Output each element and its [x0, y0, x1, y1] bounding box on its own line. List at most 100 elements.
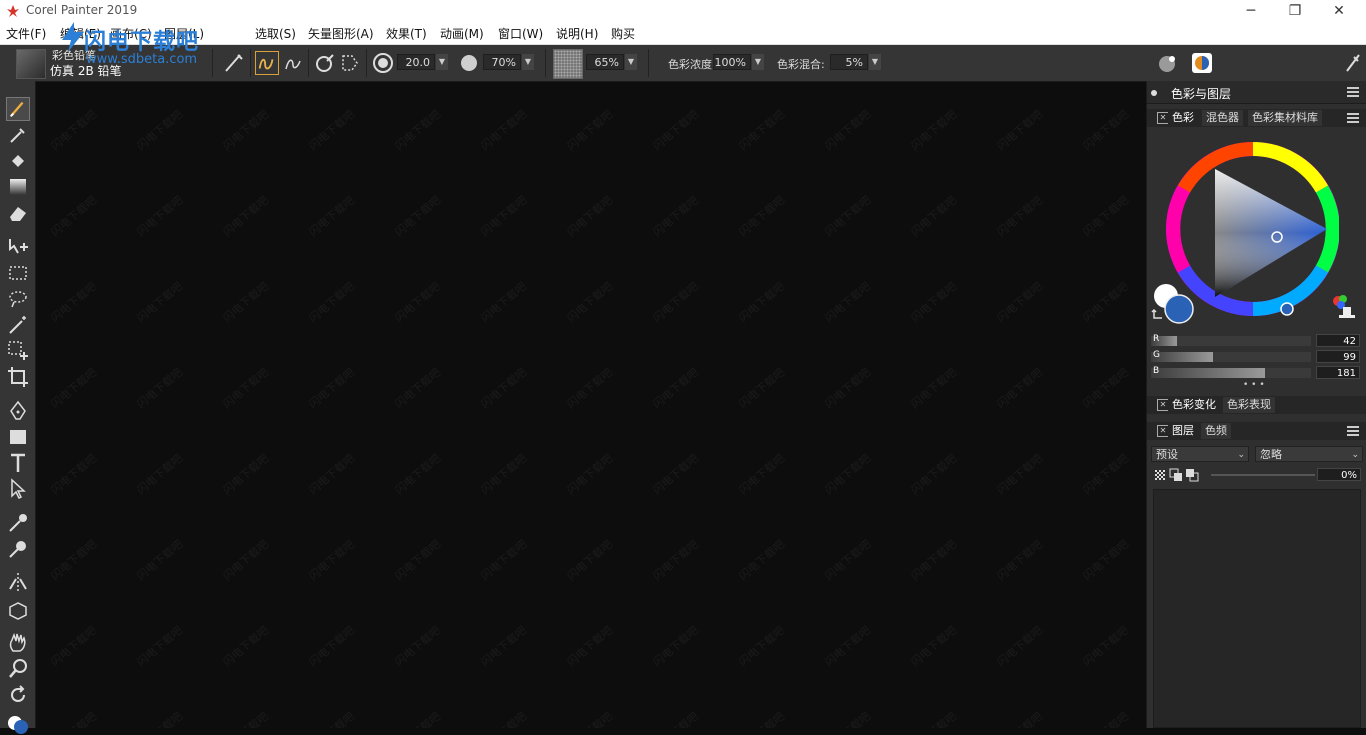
menu-window[interactable]: 窗口(W) — [498, 25, 543, 42]
tab-mixer[interactable]: 混色器 — [1202, 110, 1243, 126]
canvas-watermark: 闪电下载吧 — [993, 708, 1045, 728]
mirror-painting-icon[interactable] — [6, 571, 30, 595]
layers-list[interactable] — [1153, 489, 1361, 728]
canvas-watermark: 闪电下载吧 — [392, 193, 444, 240]
blend-mode-select[interactable]: 忽略 ⌄ — [1255, 446, 1363, 462]
opacity-field[interactable]: 70% — [483, 54, 521, 70]
rectangle-shape-icon[interactable] — [6, 425, 30, 449]
pen-tool-icon[interactable] — [6, 399, 30, 423]
pick-up-underlying-color-icon[interactable] — [1169, 468, 1183, 482]
layer-opacity-value[interactable]: 0% — [1317, 468, 1361, 481]
stroke-attributes-icon[interactable] — [338, 51, 362, 75]
resaturation-dropdown[interactable]: ▼ — [752, 54, 764, 70]
straight-line-stroke-icon[interactable] — [281, 51, 305, 75]
resaturation-field[interactable]: 100% — [713, 54, 751, 70]
preserve-transparency-icon[interactable] — [1153, 468, 1167, 482]
grain-field[interactable]: 65% — [586, 54, 624, 70]
grabber-hand-icon[interactable] — [6, 631, 30, 655]
canvas[interactable]: 闪电下载吧 闪电下载吧 闪电下载吧 闪电下载吧 闪电下载吧 闪电下载吧 闪电下载吧 闪电下载吧… — [36, 82, 1145, 728]
canvas-watermark: 闪电下载吧 — [907, 708, 959, 728]
canvas-watermark: 闪电下载吧 — [220, 623, 272, 670]
tab-channels[interactable]: 色频 — [1201, 423, 1231, 439]
rotate-page-icon[interactable] — [6, 683, 30, 707]
blue-value[interactable]: 181 — [1316, 366, 1360, 379]
close-button[interactable]: ✕ — [1316, 0, 1362, 22]
red-value[interactable]: 42 — [1316, 334, 1360, 347]
gradient-tool-icon[interactable] — [6, 175, 30, 199]
clone-color-icon[interactable] — [1329, 293, 1357, 321]
canvas-watermark: 闪电下载吧 — [1080, 451, 1132, 498]
panel-brush-icon[interactable] — [1344, 53, 1362, 73]
canvas-watermark: 闪电下载吧 — [564, 193, 616, 240]
brush-library-icon[interactable] — [1156, 51, 1180, 75]
rectangular-selection-icon[interactable] — [6, 261, 30, 285]
panel-top-bar — [1146, 45, 1366, 81]
canvas-watermark: 闪电下载吧 — [220, 279, 272, 326]
blue-slider[interactable]: B 181 — [1151, 366, 1363, 380]
tab-layers[interactable]: 图层 — [1168, 423, 1198, 439]
tab-color-sets[interactable]: 色彩集材料库 — [1248, 110, 1322, 126]
text-tool-icon[interactable] — [6, 451, 30, 475]
crop-tool-icon[interactable] — [6, 365, 30, 389]
magic-wand-icon[interactable] — [6, 313, 30, 337]
canvas-watermark: 闪电下载吧 — [220, 107, 272, 154]
size-dropdown[interactable]: ▼ — [436, 54, 448, 70]
grain-dropdown[interactable]: ▼ — [625, 54, 637, 70]
eraser-tool-icon[interactable] — [6, 201, 30, 225]
panel-dot-icon — [1151, 90, 1157, 96]
menu-effects[interactable]: 效果(T) — [386, 25, 427, 42]
magnifier-icon[interactable] — [6, 657, 30, 681]
size-field[interactable]: 20.0 — [397, 54, 435, 70]
layers-menu-icon[interactable] — [1347, 426, 1359, 436]
lasso-tool-icon[interactable] — [6, 287, 30, 311]
tab-color-variability[interactable]: 色彩变化 — [1168, 397, 1220, 413]
paint-bucket-tool-icon[interactable] — [6, 149, 30, 173]
canvas-watermark: 闪电下载吧 — [821, 708, 873, 728]
reset-brush-icon[interactable] — [313, 51, 337, 75]
color-menu-icon[interactable] — [1347, 113, 1359, 123]
canvas-watermark: 闪电下载吧 — [219, 708, 271, 728]
canvas-watermark: 闪电下载吧 — [220, 365, 272, 412]
layer-opacity-slider[interactable] — [1211, 474, 1315, 476]
more-options[interactable]: • • • — [1243, 380, 1265, 390]
layer-mask-icon[interactable] — [1185, 468, 1199, 482]
rubber-stamp-icon[interactable] — [6, 537, 30, 561]
swap-colors-icon[interactable] — [1151, 307, 1165, 321]
green-value[interactable]: 99 — [1316, 350, 1360, 363]
red-slider[interactable]: R 42 — [1151, 334, 1363, 348]
composite-method-select[interactable]: 预设 ⌄ — [1151, 446, 1249, 462]
canvas-watermark: 闪电下载吧 — [736, 365, 788, 412]
transform-tool-icon[interactable] — [6, 235, 30, 259]
maximize-button[interactable]: ❐ — [1272, 0, 1318, 22]
dropper-tool-icon[interactable] — [6, 123, 30, 147]
canvas-watermark: 闪电下载吧 — [563, 708, 615, 728]
bleed-dropdown[interactable]: ▼ — [869, 54, 881, 70]
menu-help[interactable]: 说明(H) — [556, 25, 598, 42]
brush-tool-icon[interactable] — [6, 97, 30, 121]
menu-select[interactable]: 选取(S) — [255, 25, 296, 42]
menu-buy[interactable]: 购买 — [611, 25, 635, 42]
green-slider[interactable]: G 99 — [1151, 350, 1363, 364]
paper-texture-swatch[interactable] — [553, 49, 583, 79]
panel-menu-icon[interactable] — [1347, 87, 1359, 97]
canvas-watermark: 闪电下载吧 — [47, 708, 99, 728]
canvas-watermark: 闪电下载吧 — [564, 537, 616, 584]
tab-color-expression[interactable]: 色彩表现 — [1223, 397, 1275, 413]
color-panel-icon[interactable] — [1190, 51, 1214, 75]
canvas-watermark: 闪电下载吧 — [1080, 365, 1132, 412]
divider — [308, 49, 309, 77]
minimize-button[interactable]: ─ — [1228, 0, 1274, 22]
canvas-watermark: 闪电下载吧 — [478, 623, 530, 670]
freehand-stroke-icon[interactable] — [255, 51, 279, 75]
perspective-guides-icon[interactable] — [6, 597, 30, 621]
menu-movie[interactable]: 动画(M) — [440, 25, 484, 42]
main-color-swatch-icon[interactable] — [6, 711, 30, 735]
selection-adjuster-icon[interactable] — [6, 339, 30, 363]
composite-method-value: 预设 — [1156, 448, 1178, 461]
bleed-field[interactable]: 5% — [830, 54, 868, 70]
opacity-dropdown[interactable]: ▼ — [522, 54, 534, 70]
menu-shapes[interactable]: 矢量图形(A) — [308, 25, 374, 42]
cloner-tool-icon[interactable] — [6, 511, 30, 535]
tab-color[interactable]: 色彩 — [1168, 110, 1198, 126]
shape-selection-icon[interactable] — [6, 477, 30, 501]
